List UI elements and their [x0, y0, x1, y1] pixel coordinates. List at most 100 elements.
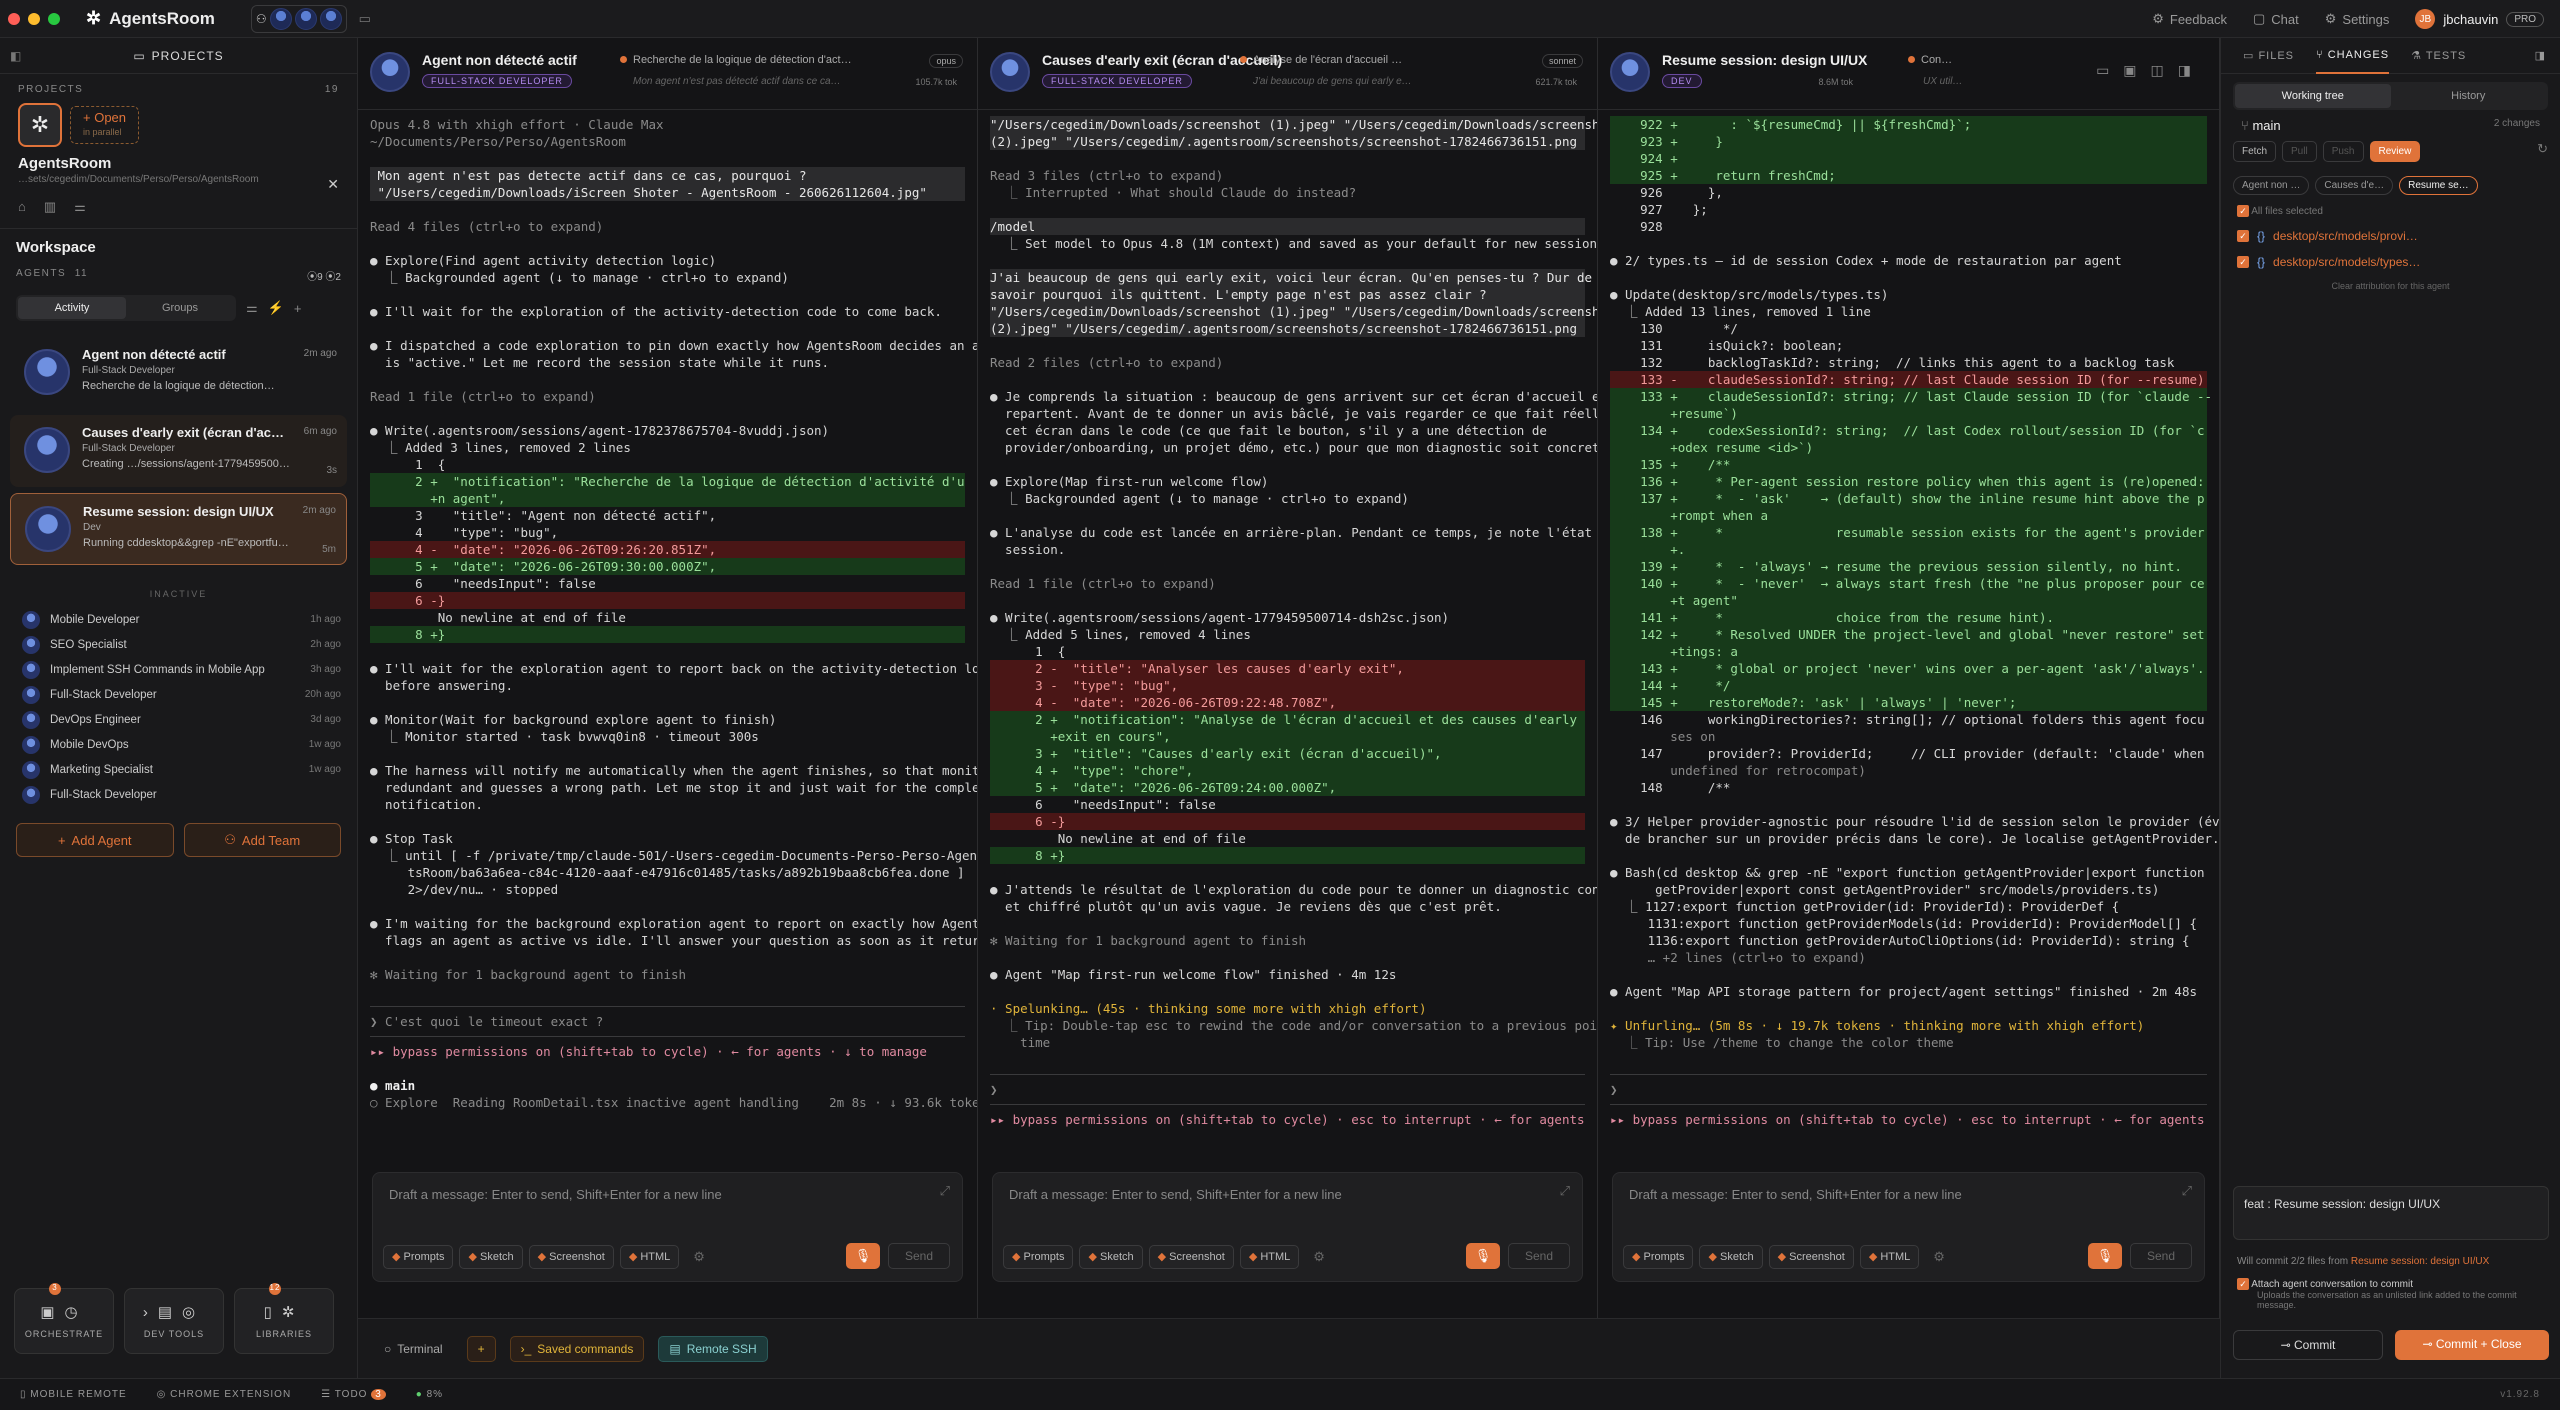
- panel-layout-icons[interactable]: ▭▣◫◨: [2096, 62, 2205, 79]
- close-icon[interactable]: ✕: [327, 176, 339, 193]
- agent-filter-tab[interactable]: Resume se…: [2399, 176, 2478, 195]
- orchestrate-button[interactable]: 3 ▣◷ ORCHESTRATE: [14, 1283, 114, 1354]
- inactive-agent-item[interactable]: DevOps Engineer 3d ago: [22, 707, 341, 732]
- composer-placeholder[interactable]: Draft a message: Enter to send, Shift+En…: [1629, 1187, 1962, 1202]
- html-button[interactable]: ◆ HTML: [1859, 1245, 1920, 1269]
- screenshot-button[interactable]: ◆ Screenshot: [1768, 1245, 1854, 1269]
- user-menu[interactable]: JB jbchauvin PRO: [2415, 9, 2544, 29]
- expand-icon[interactable]: ⤢: [940, 1183, 950, 1199]
- composer-placeholder[interactable]: Draft a message: Enter to send, Shift+En…: [389, 1187, 722, 1202]
- screenshot-button[interactable]: ◆ Screenshot: [528, 1245, 614, 1269]
- refresh-icon[interactable]: ↻: [2537, 141, 2548, 162]
- close-window-button[interactable]: [8, 12, 20, 25]
- folder-open-icon[interactable]: ⌂: [18, 199, 26, 215]
- inactive-agent-item[interactable]: Full-Stack Developer: [22, 782, 341, 807]
- minimize-window-button[interactable]: [28, 12, 40, 25]
- bolt-icon[interactable]: ⚡: [268, 300, 284, 316]
- tab-tests[interactable]: ⚗ TESTS: [2411, 49, 2466, 62]
- session-tab[interactable]: Analyse de l'écran d'accueil …: [1240, 54, 1402, 66]
- agent-filter-tab[interactable]: Agent non …: [2233, 176, 2310, 195]
- settings-sliders-icon[interactable]: ⚌: [74, 199, 86, 215]
- session-tab[interactable]: Con…: [1908, 54, 1952, 66]
- prompts-button[interactable]: ◆ Prompts: [383, 1245, 454, 1269]
- sidebar-toggle-icon[interactable]: ◧: [10, 49, 22, 63]
- inactive-agent-item[interactable]: Implement SSH Commands in Mobile App 3h a…: [22, 657, 341, 682]
- attach-conversation-checkbox[interactable]: ✓: [2237, 1278, 2249, 1290]
- filter-icon[interactable]: ⚌: [246, 300, 258, 316]
- tab-history[interactable]: History: [2391, 84, 2547, 108]
- settings-link[interactable]: ⚙ Settings: [2325, 11, 2390, 27]
- plus-icon[interactable]: +: [294, 301, 302, 316]
- agent-card[interactable]: Agent non détecté actif Full-Stack Develo…: [10, 337, 347, 409]
- gear-icon[interactable]: ⚙: [1933, 1245, 1945, 1269]
- open-in-parallel-button[interactable]: + Open in parallel: [70, 106, 140, 144]
- feedback-link[interactable]: ⚙ Feedback: [2152, 11, 2227, 27]
- microphone-button[interactable]: 🎙: [846, 1243, 880, 1269]
- prompts-button[interactable]: ◆ Prompts: [1623, 1245, 1694, 1269]
- screen-icon[interactable]: ▭: [359, 11, 371, 27]
- branch-name[interactable]: main: [2252, 118, 2280, 133]
- panel-toggle-icon[interactable]: ◨: [2535, 49, 2546, 62]
- terminal-output[interactable]: Opus 4.8 with xhigh effort · Claude Max ~…: [358, 110, 977, 1318]
- usage-indicator[interactable]: ● 8%: [416, 1389, 443, 1400]
- push-button[interactable]: Push: [2322, 141, 2364, 162]
- panel-title[interactable]: Resume session: design UI/UX: [1662, 52, 1867, 68]
- inactive-agent-item[interactable]: Mobile Developer 1h ago: [22, 607, 341, 632]
- chat-link[interactable]: ▢ Chat: [2253, 11, 2299, 27]
- commit-close-button[interactable]: ⊸ Commit + Close: [2395, 1330, 2549, 1360]
- mobile-remote-button[interactable]: ▯ MOBILE REMOTE: [20, 1389, 127, 1400]
- inactive-agent-item[interactable]: SEO Specialist 2h ago: [22, 632, 341, 657]
- tab-groups[interactable]: Groups: [126, 297, 234, 319]
- microphone-button[interactable]: 🎙: [2088, 1243, 2122, 1269]
- todo-button[interactable]: ☰ TODO 3: [321, 1389, 386, 1400]
- gear-icon[interactable]: ⚙: [693, 1245, 705, 1269]
- commit-button[interactable]: ⊸ Commit: [2233, 1330, 2383, 1360]
- file-checkbox[interactable]: ✓: [2237, 256, 2249, 268]
- send-button[interactable]: Send: [2130, 1243, 2192, 1269]
- clear-attribution-link[interactable]: Clear attribution for this agent: [2221, 281, 2560, 291]
- file-checkbox[interactable]: ✓: [2237, 230, 2249, 242]
- projects-tab[interactable]: ◧ ▭ PROJECTS: [0, 38, 357, 74]
- tab-changes[interactable]: ⑂ CHANGES: [2316, 38, 2390, 74]
- html-button[interactable]: ◆ HTML: [619, 1245, 680, 1269]
- commit-message-input[interactable]: feat : Resume session: design UI/UX: [2233, 1186, 2549, 1240]
- review-button[interactable]: Review: [2369, 141, 2421, 162]
- send-button[interactable]: Send: [1508, 1243, 1570, 1269]
- gear-icon[interactable]: ⚙: [1313, 1245, 1325, 1269]
- agent-card[interactable]: Causes d'early exit (écran d'ac… Full-Sta…: [10, 415, 347, 487]
- changed-file-row[interactable]: ✓ {} desktop/src/models/types…: [2237, 255, 2544, 269]
- dev-tools-button[interactable]: ›▤◎ DEV TOOLS: [124, 1288, 224, 1354]
- pull-button[interactable]: Pull: [2282, 141, 2317, 162]
- panel-title[interactable]: Agent non détecté actif: [422, 52, 577, 68]
- sketch-button[interactable]: ◆ Sketch: [1699, 1245, 1763, 1269]
- message-composer[interactable]: Draft a message: Enter to send, Shift+En…: [372, 1172, 963, 1282]
- send-button[interactable]: Send: [888, 1243, 950, 1269]
- avatar[interactable]: [294, 7, 317, 30]
- select-all-checkbox[interactable]: ✓: [2237, 205, 2249, 217]
- prompts-button[interactable]: ◆ Prompts: [1003, 1245, 1074, 1269]
- terminal-output[interactable]: 922 + : `${resumeCmd} || ${freshCmd}`; 9…: [1598, 110, 2219, 1318]
- terminal-output[interactable]: "/Users/cegedim/Downloads/screenshot (1)…: [978, 110, 1597, 1318]
- screenshot-button[interactable]: ◆ Screenshot: [1148, 1245, 1234, 1269]
- agent-filter-tab[interactable]: Causes d'e…: [2315, 176, 2394, 195]
- message-composer[interactable]: Draft a message: Enter to send, Shift+En…: [992, 1172, 1583, 1282]
- maximize-window-button[interactable]: [48, 12, 60, 25]
- inactive-agent-item[interactable]: Mobile DevOps 1w ago: [22, 732, 341, 757]
- sketch-button[interactable]: ◆ Sketch: [1079, 1245, 1143, 1269]
- chart-icon[interactable]: ▥: [44, 199, 56, 215]
- terminal-tab[interactable]: ○ Terminal: [374, 1337, 453, 1361]
- remote-ssh-button[interactable]: ▤ Remote SSH: [658, 1335, 768, 1362]
- changed-file-row[interactable]: ✓ {} desktop/src/models/provi…: [2237, 229, 2544, 243]
- tab-working-tree[interactable]: Working tree: [2235, 84, 2391, 108]
- composer-placeholder[interactable]: Draft a message: Enter to send, Shift+En…: [1009, 1187, 1342, 1202]
- sketch-button[interactable]: ◆ Sketch: [459, 1245, 523, 1269]
- tab-activity[interactable]: Activity: [18, 297, 126, 319]
- agent-card[interactable]: Resume session: design UI/UX Dev Running c…: [10, 493, 347, 565]
- avatar[interactable]: [319, 7, 342, 30]
- microphone-button[interactable]: 🎙: [1466, 1243, 1500, 1269]
- session-tab[interactable]: Recherche de la logique de détection d'a…: [620, 54, 852, 66]
- avatar[interactable]: [269, 7, 292, 30]
- add-agent-button[interactable]: + Add Agent: [16, 823, 174, 857]
- working-tree-toggle[interactable]: Working tree History: [2233, 82, 2548, 110]
- inactive-agent-item[interactable]: Full-Stack Developer 20h ago: [22, 682, 341, 707]
